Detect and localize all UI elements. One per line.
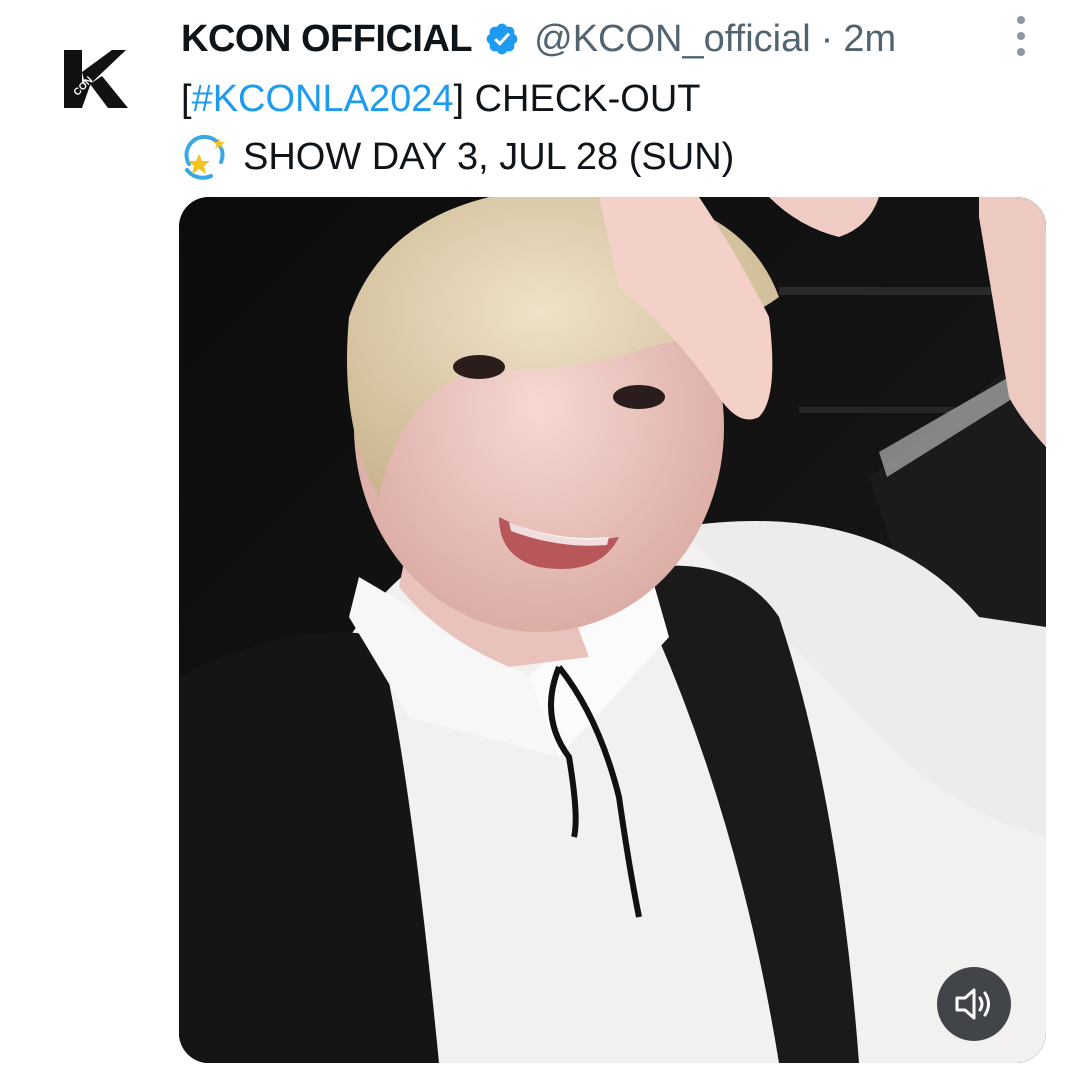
- volume-icon[interactable]: [937, 967, 1011, 1041]
- timestamp[interactable]: 2m: [843, 18, 896, 61]
- tweet-text-line-1: [#KCONLA2024] CHECK-OUT: [181, 70, 734, 128]
- tweet-text-rest: ] CHECK-OUT: [453, 78, 701, 120]
- separator-dot: ·: [820, 17, 834, 60]
- kcon-logo-icon: CON: [64, 50, 128, 108]
- author-handle[interactable]: @KCON_official: [534, 18, 811, 61]
- tweet-text: [#KCONLA2024] CHECK-OUT SHOW DAY 3, JUL …: [181, 70, 734, 186]
- tweet-video[interactable]: [179, 197, 1046, 1063]
- verified-badge-icon: [484, 21, 520, 57]
- author-display-name[interactable]: KCON OFFICIAL: [181, 18, 473, 61]
- dizzy-star-emoji-icon: [181, 134, 229, 180]
- tweet-text-line-2-label: SHOW DAY 3, JUL 28 (SUN): [243, 136, 735, 178]
- more-vertical-icon[interactable]: [1006, 16, 1036, 56]
- tweet-header: KCON OFFICIAL @KCON_official · 2m: [181, 14, 896, 64]
- open-bracket: [: [181, 78, 192, 120]
- video-frame: [179, 197, 1046, 1063]
- author-avatar[interactable]: CON: [52, 36, 136, 120]
- tweet-text-line-2: SHOW DAY 3, JUL 28 (SUN): [181, 128, 734, 186]
- hashtag-link[interactable]: #KCONLA2024: [192, 78, 454, 120]
